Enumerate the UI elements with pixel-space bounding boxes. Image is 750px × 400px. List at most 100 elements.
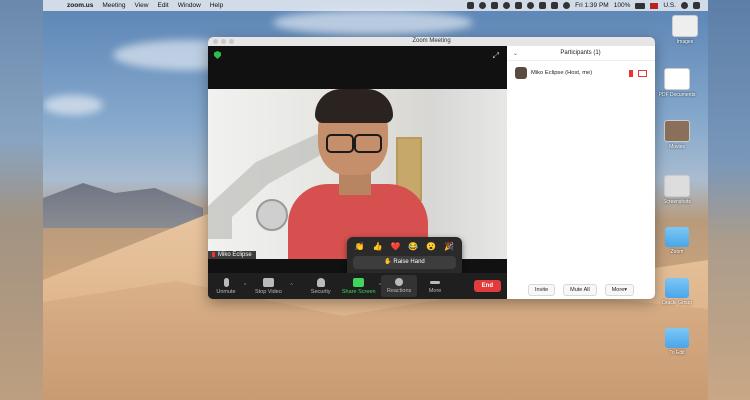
minimize-window-button[interactable] bbox=[221, 39, 226, 44]
video-camera-icon bbox=[262, 277, 274, 287]
share-screen-icon bbox=[353, 277, 365, 287]
desktop-icon-label: To Edit bbox=[669, 350, 685, 356]
zoom-window: Zoom Meeting ⤢ Miko Eclipse 👏 👍 ❤️ 😂 😮 🎉… bbox=[208, 37, 655, 299]
participants-title: Participants (1) bbox=[560, 50, 601, 56]
flag-icon[interactable] bbox=[650, 2, 659, 9]
desktop-icon-pdf-documents[interactable]: PDF Documents bbox=[652, 68, 702, 98]
menu-item-meeting[interactable]: Meeting bbox=[102, 2, 125, 9]
folder-icon bbox=[665, 328, 689, 348]
reactions-button[interactable]: Reactions bbox=[381, 275, 418, 297]
stop-video-button[interactable]: Stop Video bbox=[246, 277, 290, 295]
emoji-row: 👏 👍 ❤️ 😂 😮 🎉 bbox=[347, 237, 462, 251]
thumbs-up-reaction-icon[interactable]: 👍 bbox=[373, 242, 383, 251]
desktop: zoom.us Meeting View Edit Window Help Fr… bbox=[43, 0, 708, 400]
unmute-label: Unmute bbox=[216, 288, 236, 295]
participants-more-button[interactable]: More▾ bbox=[604, 284, 635, 296]
video-area: ⤢ Miko Eclipse 👏 👍 ❤️ 😂 😮 🎉 ✋ Raise Hand bbox=[208, 46, 507, 280]
participant-name: Miko Eclipse (Host, me) bbox=[531, 70, 593, 76]
desktop-icon-oracle-group[interactable]: Oracle Group bbox=[652, 278, 702, 306]
menu-item-view[interactable]: View bbox=[135, 2, 149, 9]
laugh-reaction-icon[interactable]: 😂 bbox=[408, 242, 418, 251]
smiley-icon bbox=[395, 278, 404, 286]
blurred-right-border bbox=[708, 0, 750, 400]
close-window-button[interactable] bbox=[213, 39, 218, 44]
participant-video: Miko Eclipse bbox=[208, 89, 507, 259]
desktop-icon-to-edit[interactable]: To Edit bbox=[652, 328, 702, 356]
participants-header: ⌄ Participants (1) bbox=[507, 46, 655, 61]
person-hair bbox=[315, 89, 393, 123]
more-button[interactable]: More bbox=[417, 278, 453, 294]
desktop-icon-images[interactable]: Images bbox=[660, 15, 708, 45]
mute-all-button[interactable]: Mute All bbox=[563, 284, 597, 296]
cloud-icon[interactable] bbox=[491, 2, 499, 9]
time-machine-icon[interactable] bbox=[527, 2, 535, 9]
desktop-icon-movies[interactable]: Movies bbox=[652, 120, 702, 150]
invite-button[interactable]: Invite bbox=[527, 284, 556, 296]
video-camera-icon bbox=[638, 69, 647, 77]
glasses-left bbox=[326, 134, 354, 153]
maximize-window-button[interactable] bbox=[229, 39, 234, 44]
raise-hand-button[interactable]: ✋ Raise Hand bbox=[353, 256, 456, 269]
wifi-icon[interactable] bbox=[539, 2, 547, 9]
microphone-muted-icon bbox=[629, 69, 633, 77]
desktop-icon-label: Movies bbox=[669, 144, 685, 150]
apple-icon[interactable] bbox=[53, 2, 61, 10]
cloud bbox=[43, 95, 103, 115]
cloud bbox=[273, 10, 473, 35]
dropbox-icon[interactable] bbox=[515, 2, 523, 9]
search-icon[interactable] bbox=[681, 2, 688, 9]
more-label: More bbox=[428, 288, 442, 294]
video-options-caret-icon[interactable]: ^ bbox=[290, 283, 292, 289]
battery-label[interactable]: 100% bbox=[614, 2, 631, 9]
avatar bbox=[515, 67, 527, 79]
encryption-shield-icon[interactable] bbox=[214, 51, 221, 59]
menu-app-name[interactable]: zoom.us bbox=[67, 2, 93, 9]
share-screen-label: Share Screen bbox=[341, 288, 376, 295]
bluetooth-icon[interactable] bbox=[551, 2, 559, 9]
menu-item-window[interactable]: Window bbox=[178, 2, 201, 9]
volume-icon[interactable] bbox=[563, 2, 571, 9]
image-file-icon bbox=[664, 175, 690, 197]
ellipsis-icon bbox=[430, 281, 441, 284]
party-reaction-icon[interactable]: 🎉 bbox=[444, 242, 454, 251]
window-title: Zoom Meeting bbox=[412, 38, 451, 44]
window-controls bbox=[213, 39, 234, 44]
desktop-icon-label: Screenshots bbox=[663, 199, 691, 205]
stop-video-label: Stop Video bbox=[254, 288, 282, 295]
participant-row[interactable]: Miko Eclipse (Host, me) bbox=[507, 61, 655, 85]
desktop-icon-screenshots[interactable]: Screenshots bbox=[652, 175, 702, 205]
share-screen-button[interactable]: Share Screen bbox=[339, 277, 379, 295]
region-label[interactable]: U.S. bbox=[663, 2, 676, 9]
record-status-icon[interactable] bbox=[479, 2, 487, 9]
status-area: Fri 1:39 PM 100% U.S. bbox=[467, 2, 700, 9]
desktop-icon-label: PDF Documents bbox=[658, 92, 696, 98]
control-center-icon[interactable] bbox=[693, 2, 700, 9]
menu-bar: zoom.us Meeting View Edit Window Help Fr… bbox=[43, 0, 708, 11]
folder-icon bbox=[665, 278, 689, 298]
fullscreen-icon[interactable]: ⤢ bbox=[493, 51, 499, 61]
participants-panel: ⌄ Participants (1) Miko Eclipse (Host, m… bbox=[507, 46, 655, 299]
participants-footer: Invite Mute All More▾ bbox=[507, 284, 655, 296]
battery-icon[interactable] bbox=[635, 2, 646, 9]
surprised-reaction-icon[interactable]: 😮 bbox=[426, 242, 436, 251]
pdf-file-icon bbox=[664, 68, 690, 90]
security-button[interactable]: Security bbox=[303, 277, 339, 295]
microphone-muted-icon bbox=[223, 277, 229, 287]
window-titlebar[interactable]: Zoom Meeting bbox=[208, 37, 655, 46]
wall-pillar bbox=[433, 89, 507, 259]
meeting-toolbar: Unmute ^ Stop Video ^ Security Share Scr… bbox=[208, 273, 507, 299]
desktop-icon-zoom[interactable]: Zoom bbox=[652, 227, 702, 255]
end-meeting-button[interactable]: End bbox=[473, 280, 501, 292]
clap-reaction-icon[interactable]: 👏 bbox=[355, 242, 365, 251]
menu-item-help[interactable]: Help bbox=[210, 2, 223, 9]
time-label[interactable]: Fri 1:39 PM bbox=[575, 2, 609, 9]
unmute-button[interactable]: Unmute bbox=[208, 277, 244, 295]
menu-item-edit[interactable]: Edit bbox=[157, 2, 168, 9]
participant-name-tag: Miko Eclipse bbox=[208, 250, 256, 259]
blurred-left-border bbox=[0, 0, 43, 400]
desktop-icon-label: Oracle Group bbox=[661, 300, 692, 306]
sync-icon[interactable] bbox=[503, 2, 511, 9]
zoom-status-icon[interactable] bbox=[467, 2, 475, 9]
heart-reaction-icon[interactable]: ❤️ bbox=[391, 242, 401, 251]
shield-icon bbox=[316, 277, 325, 287]
